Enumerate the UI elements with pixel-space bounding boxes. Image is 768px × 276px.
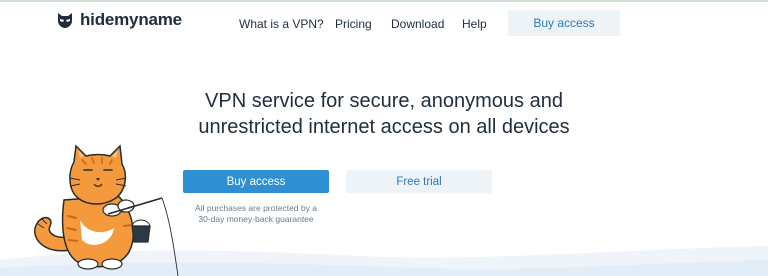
nav-item-what-is-vpn[interactable]: What is a VPN?	[239, 17, 324, 31]
money-back-note: All purchases are protected by a 30-day …	[183, 203, 329, 225]
site-header: hidemyname What is a VPN? Pricing Downlo…	[0, 2, 768, 44]
nav-item-download[interactable]: Download	[391, 17, 444, 31]
hero-title: VPN service for secure, anonymous and un…	[0, 88, 768, 140]
free-trial-button[interactable]: Free trial	[346, 170, 492, 193]
header-buy-access-button[interactable]: Buy access	[508, 10, 620, 36]
hero-title-line-1: VPN service for secure, anonymous and	[205, 90, 563, 112]
nav-item-help[interactable]: Help	[462, 17, 487, 31]
hero-title-line-2: unrestricted internet access on all devi…	[198, 116, 570, 138]
buy-access-button[interactable]: Buy access	[183, 170, 329, 193]
fishing-cat-illustration	[34, 144, 179, 276]
nav-item-pricing[interactable]: Pricing	[335, 17, 372, 31]
money-back-note-line-1: All purchases are protected by a	[195, 203, 317, 213]
main-nav: What is a VPN? Pricing Download Help	[0, 17, 768, 33]
money-back-note-line-2: 30-day money-back guarantee	[198, 214, 314, 224]
